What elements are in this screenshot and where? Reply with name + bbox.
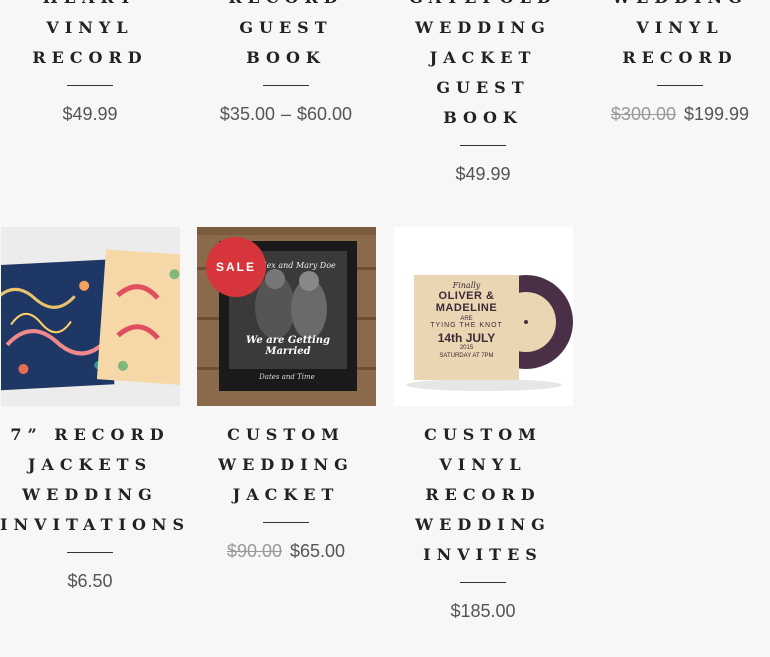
title-line: VINYL [636, 18, 724, 37]
record-jackets-image[interactable] [1, 227, 180, 406]
card-line: TYING THE KNOT [430, 322, 503, 329]
price-sale: $199.99 [684, 104, 750, 124]
card-line: 2015 [459, 345, 474, 351]
title-line: RECORD [196, 0, 376, 13]
title-line: GATEFOLD [393, 0, 573, 13]
title-line: WEDDING [590, 0, 770, 13]
price-regular: $185.00 [450, 601, 516, 621]
divider [657, 85, 703, 86]
title-line: VINYL [439, 455, 527, 474]
product-title-link[interactable]: RECORD GUEST BOOK [196, 0, 376, 73]
title-line: JACKETS [27, 455, 153, 474]
product-title-link[interactable]: CUSTOM VINYL RECORD WEDDING INVITES [393, 420, 573, 570]
card-line: Finally [452, 281, 481, 290]
title-line: INVITES [423, 545, 543, 564]
product-record-jackets-invitations: 7” RECORD JACKETS WEDDING INVITATIONS $6… [0, 420, 191, 591]
title-line: WEDDING [415, 515, 551, 534]
title-line: INVITATIONS [0, 515, 191, 534]
title-line: 7” RECORD [10, 425, 170, 444]
jacket-footer-text: Dates and Time [259, 373, 315, 381]
price-old: $300.00 [610, 104, 676, 124]
title-line: RECORD [32, 48, 148, 67]
product-title-link[interactable]: 7” RECORD JACKETS WEDDING INVITATIONS [0, 420, 191, 540]
card-line: SATURDAY AT 7PM [439, 353, 494, 359]
title-line: WEDDING [415, 18, 551, 37]
divider [263, 85, 309, 86]
jacket-caption-text: We are Getting Married [245, 335, 331, 357]
record-jackets-illustration [1, 227, 180, 406]
title-line: GUEST [239, 18, 333, 37]
price-to: $60.00 [297, 104, 353, 124]
product-custom-wedding-jacket: CUSTOM WEDDING JACKET $90.00 $65.00 [196, 420, 376, 561]
title-line: HEART [0, 0, 180, 13]
sale-badge: SALE [206, 237, 266, 297]
product-custom-vinyl-invites: CUSTOM VINYL RECORD WEDDING INVITES $185… [393, 420, 573, 621]
title-line: RECORD [622, 48, 738, 67]
product-title-link[interactable]: GATEFOLD WEDDING JACKET GUEST BOOK [393, 0, 573, 133]
divider [67, 552, 113, 553]
card-line: 14th JULY [437, 331, 496, 345]
product-title-link[interactable]: WEDDING VINYL RECORD [590, 0, 770, 73]
product-price: $300.00 $199.99 [590, 104, 770, 124]
product-heart-vinyl-record: HEART VINYL RECORD $49.99 [0, 0, 180, 124]
price-regular: $49.99 [62, 104, 118, 124]
product-gatefold-guest-book: GATEFOLD WEDDING JACKET GUEST BOOK $49.9… [393, 0, 573, 184]
product-price: $90.00 $65.00 [196, 541, 376, 561]
product-wedding-vinyl-record: WEDDING VINYL RECORD $300.00 $199.99 [590, 0, 770, 124]
price-from: $35.00 [219, 104, 275, 124]
title-line: VINYL [46, 18, 134, 37]
price-range-separator: – [280, 104, 291, 124]
product-title-link[interactable]: CUSTOM WEDDING JACKET [196, 420, 376, 510]
divider [263, 522, 309, 523]
product-price: $185.00 [393, 601, 573, 621]
vinyl-invite-image[interactable]: Finally OLIVER & MADELINE ARE TYING THE … [394, 227, 573, 406]
wedding-jacket-image[interactable]: Alex and Mary Doe We are Getting Married… [197, 227, 376, 406]
product-price: $49.99 [393, 164, 573, 184]
title-line: RECORD [425, 485, 541, 504]
title-line: JACKET [429, 48, 537, 67]
product-price: $35.00– $60.00 [196, 104, 376, 124]
divider [67, 85, 113, 86]
title-line: WEDDING [218, 455, 354, 474]
title-line: BOOK [246, 48, 326, 67]
invite-card-text: Finally OLIVER & MADELINE ARE TYING THE … [414, 281, 519, 359]
title-line: BOOK [443, 108, 523, 127]
product-record-guest-book: RECORD GUEST BOOK $35.00–$60.00 [196, 0, 376, 124]
price-regular: $49.99 [455, 164, 511, 184]
price-regular: $6.50 [67, 571, 113, 591]
card-line: OLIVER & MADELINE [435, 290, 498, 314]
title-line: JACKET [232, 485, 340, 504]
divider [460, 145, 506, 146]
divider [460, 582, 506, 583]
title-line: GUEST [436, 78, 530, 97]
price-old: $90.00 [226, 541, 282, 561]
product-title-link[interactable]: HEART VINYL RECORD [0, 0, 180, 73]
title-line: CUSTOM [424, 425, 542, 444]
title-line: WEDDING [22, 485, 158, 504]
title-line: CUSTOM [227, 425, 345, 444]
product-price: $6.50 [0, 571, 180, 591]
product-price: $49.99 [0, 104, 180, 124]
price-sale: $65.00 [290, 541, 346, 561]
